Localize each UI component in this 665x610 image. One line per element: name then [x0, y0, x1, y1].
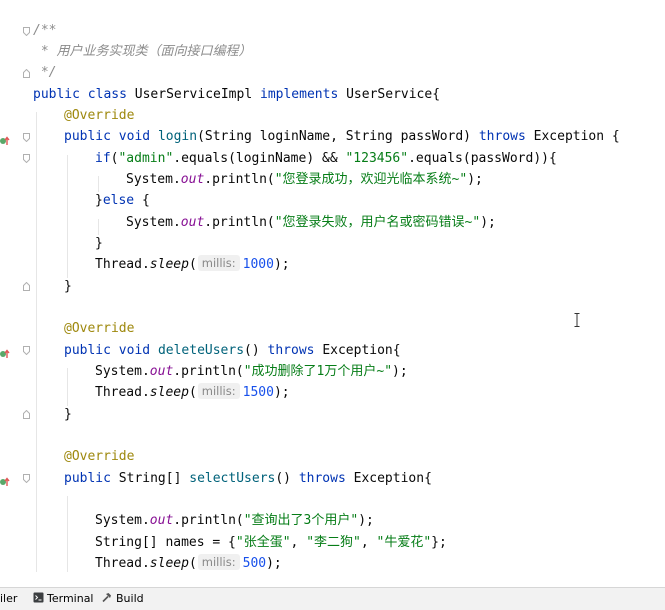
- indent-guide: [67, 496, 68, 572]
- fold-marker-icon[interactable]: [23, 410, 30, 419]
- thread-sleep-delete: Thread.sleep(millis: 1500);: [95, 383, 290, 400]
- text-cursor-icon: [574, 312, 580, 327]
- println-failure: System.out.println("您登录失败，用户名或密码错误~");: [126, 215, 496, 230]
- implementing-method-icon[interactable]: [0, 472, 10, 486]
- delete-close-brace: }: [64, 407, 72, 422]
- fold-marker-icon[interactable]: [23, 474, 30, 483]
- doc-comment-text: * 用户业务实现类（面向接口编程）: [33, 44, 252, 59]
- if-statement: if("admin".equals(loginName) && "123456"…: [95, 151, 557, 166]
- thread-sleep-login: Thread.sleep(millis: 1000);: [95, 255, 290, 272]
- fold-marker-icon[interactable]: [23, 346, 30, 355]
- profiler-tab[interactable]: iler: [0, 592, 17, 606]
- hammer-icon: [101, 592, 112, 603]
- fold-marker-icon[interactable]: [23, 154, 30, 163]
- implementing-method-icon[interactable]: [0, 131, 10, 145]
- fold-marker-icon[interactable]: [23, 282, 30, 291]
- println-select: System.out.println("查询出了3个用户");: [95, 513, 374, 528]
- build-tab[interactable]: Build: [116, 592, 144, 606]
- println-success: System.out.println("您登录成功，欢迎光临本系统~");: [126, 172, 483, 187]
- doc-comment-close: */: [33, 65, 57, 80]
- override-annotation: @Override: [64, 321, 135, 336]
- names-array-declaration: String[] names = {"张全蛋", "李二狗", "牛爱花"};: [95, 535, 447, 550]
- parameter-hint: millis:: [197, 255, 240, 271]
- indent-guide: [67, 368, 68, 406]
- override-annotation: @Override: [64, 108, 135, 123]
- thread-sleep-select: Thread.sleep(millis: 500);: [95, 554, 282, 571]
- fold-marker-icon[interactable]: [23, 133, 30, 142]
- code-editor[interactable]: /** * 用户业务实现类（面向接口编程） */ public class Us…: [0, 0, 665, 587]
- login-method-signature: public void login(String loginName, Stri…: [64, 129, 620, 144]
- class-declaration: public class UserServiceImpl implements …: [33, 87, 441, 102]
- terminal-tab[interactable]: Terminal: [47, 592, 94, 606]
- fold-marker-icon[interactable]: [23, 69, 30, 78]
- delete-method-signature: public void deleteUsers() throws Excepti…: [64, 343, 401, 358]
- parameter-hint: millis:: [197, 383, 240, 399]
- fold-marker-icon[interactable]: [23, 27, 30, 36]
- override-annotation: @Override: [64, 449, 135, 464]
- println-delete: System.out.println("成功删除了1万个用户~");: [95, 364, 408, 379]
- editor-gutter[interactable]: [0, 0, 24, 587]
- indent-guide: [67, 155, 68, 278]
- implementing-method-icon[interactable]: [0, 344, 10, 358]
- indent-guide: [36, 112, 37, 572]
- select-method-signature: public String[] selectUsers() throws Exc…: [64, 471, 432, 486]
- login-close-brace: }: [64, 279, 72, 294]
- terminal-icon: [33, 592, 44, 603]
- parameter-hint: millis:: [197, 554, 240, 570]
- else-clause: }else {: [95, 193, 150, 208]
- doc-comment-open: /**: [33, 23, 57, 38]
- if-close-brace: }: [95, 236, 103, 251]
- bottom-tool-window-bar: iler Terminal Build: [0, 587, 665, 610]
